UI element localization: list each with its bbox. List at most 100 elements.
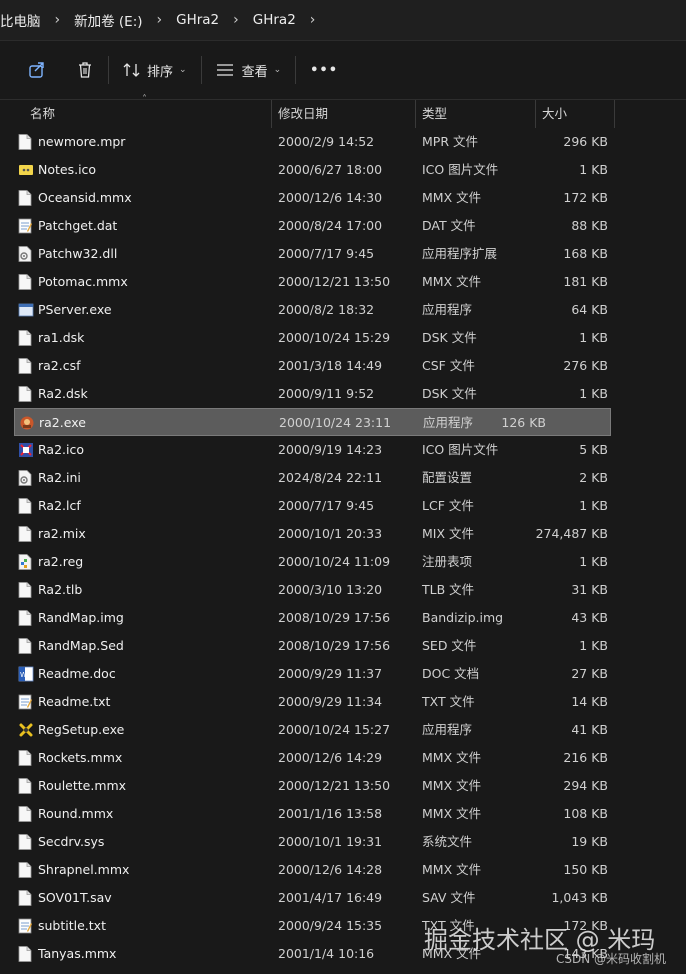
file-icon <box>18 190 32 206</box>
file-row[interactable]: Patchw32.dll 2000/7/17 9:45 应用程序扩展 168 KB <box>0 240 686 268</box>
file-modified-date: 2001/3/18 14:49 <box>278 358 383 373</box>
file-size: 168 KB <box>563 246 608 261</box>
file-row[interactable]: Ra2.dsk 2000/9/11 9:52 DSK 文件 1 KB <box>0 380 686 408</box>
breadcrumb-folder[interactable]: GHra2 <box>176 12 219 28</box>
file-type: ICO 图片文件 <box>422 162 499 177</box>
file-modified-date: 2000/12/6 14:30 <box>278 190 383 205</box>
share-icon <box>29 62 44 78</box>
file-row[interactable]: W Readme.doc 2000/9/29 11:37 DOC 文档 27 KB <box>0 660 686 688</box>
file-type: 应用程序 <box>422 722 473 737</box>
file-modified-date: 2000/12/6 14:28 <box>278 862 383 877</box>
column-divider[interactable] <box>415 100 416 128</box>
file-row[interactable]: RegSetup.exe 2000/10/24 15:27 应用程序 41 KB <box>0 716 686 744</box>
trash-icon <box>79 62 91 78</box>
file-row[interactable]: ra1.dsk 2000/10/24 15:29 DSK 文件 1 KB <box>0 324 686 352</box>
breadcrumb-drive[interactable]: 新加卷 (E:) <box>74 10 142 30</box>
file-modified-date: 2008/10/29 17:56 <box>278 610 391 625</box>
column-divider[interactable] <box>535 100 536 128</box>
view-list-icon <box>216 64 233 76</box>
share-button[interactable] <box>28 61 46 79</box>
file-row[interactable]: Round.mmx 2001/1/16 13:58 MMX 文件 108 KB <box>0 800 686 828</box>
file-modified-date: 2000/12/21 13:50 <box>278 778 391 793</box>
file-name: Tanyas.mmx <box>38 946 117 961</box>
file-name: Patchget.dat <box>38 218 118 233</box>
file-name: ra2.mix <box>38 526 86 541</box>
file-size: 1 KB <box>579 330 608 345</box>
file-row[interactable]: Ra2.ico 2000/9/19 14:23 ICO 图片文件 5 KB <box>0 436 686 464</box>
chevron-right-icon[interactable]: › <box>233 12 239 28</box>
chevron-right-icon[interactable]: › <box>157 12 163 28</box>
file-name: Patchw32.dll <box>38 246 118 261</box>
file-icon <box>18 358 32 374</box>
file-modified-date: 2000/10/24 15:27 <box>278 722 391 737</box>
file-size: 14 KB <box>571 694 608 709</box>
file-row[interactable]: Ra2.tlb 2000/3/10 13:20 TLB 文件 31 KB <box>0 576 686 604</box>
file-row[interactable]: ra2.mix 2000/10/1 20:33 MIX 文件 274,487 KB <box>0 520 686 548</box>
file-row[interactable]: Oceansid.mmx 2000/12/6 14:30 MMX 文件 172 KB <box>0 184 686 212</box>
address-bar[interactable]: 比电脑 › 新加卷 (E:) › GHra2 › GHra2 › <box>0 0 686 41</box>
file-row[interactable]: RandMap.Sed 2008/10/29 17:56 SED 文件 1 KB <box>0 632 686 660</box>
file-size: 296 KB <box>563 134 608 149</box>
file-name: Readme.doc <box>38 666 116 681</box>
delete-button[interactable] <box>76 61 94 79</box>
file-name: ra1.dsk <box>38 330 85 345</box>
file-row[interactable]: SOV01T.sav 2001/4/17 16:49 SAV 文件 1,043 KB <box>0 884 686 912</box>
file-size: 43 KB <box>571 610 608 625</box>
file-type: MIX 文件 <box>422 526 475 541</box>
chevron-right-icon[interactable]: › <box>55 12 61 28</box>
breadcrumb-this-pc[interactable]: 比电脑 <box>0 10 41 30</box>
chevron-right-icon[interactable]: › <box>310 12 316 28</box>
file-row[interactable]: Secdrv.sys 2000/10/1 19:31 系统文件 19 KB <box>0 828 686 856</box>
column-header-size[interactable]: 大小 <box>542 100 567 128</box>
file-row[interactable]: Rockets.mmx 2000/12/6 14:29 MMX 文件 216 KB <box>0 744 686 772</box>
file-type: DAT 文件 <box>422 218 476 233</box>
file-name: Roulette.mmx <box>38 778 127 793</box>
file-row-selected[interactable]: ra2.exe 2000/10/24 23:11 应用程序 126 KB <box>14 408 611 436</box>
file-name: ra2.csf <box>38 358 81 373</box>
file-row[interactable]: newmore.mpr 2000/2/9 14:52 MPR 文件 296 KB <box>0 128 686 156</box>
file-type: Bandizip.img <box>422 610 504 625</box>
file-name: Secdrv.sys <box>38 834 105 849</box>
file-type: DOC 文档 <box>422 666 480 681</box>
sort-button[interactable]: 排序 ⌄ <box>123 61 187 80</box>
file-row[interactable]: Readme.txt 2000/9/29 11:34 TXT 文件 14 KB <box>0 688 686 716</box>
more-options-button[interactable]: ••• <box>310 63 338 78</box>
file-row[interactable]: RandMap.img 2008/10/29 17:56 Bandizip.img 4… <box>0 604 686 632</box>
file-row[interactable]: Ra2.lcf 2000/7/17 9:45 LCF 文件 1 KB <box>0 492 686 520</box>
file-row[interactable]: Roulette.mmx 2000/12/21 13:50 MMX 文件 294 KB <box>0 772 686 800</box>
file-row[interactable]: ra2.csf 2001/3/18 14:49 CSF 文件 276 KB <box>0 352 686 380</box>
file-size: 64 KB <box>571 302 608 317</box>
file-row[interactable]: PServer.exe 2000/8/2 18:32 应用程序 64 KB <box>0 296 686 324</box>
toolbar-divider <box>295 56 297 84</box>
file-modified-date: 2000/9/29 11:34 <box>278 694 383 709</box>
file-row[interactable]: Shrapnel.mmx 2000/12/6 14:28 MMX 文件 150 KB <box>0 856 686 884</box>
file-modified-date: 2000/8/24 17:00 <box>278 218 383 233</box>
file-row[interactable]: Patchget.dat 2000/8/24 17:00 DAT 文件 88 KB <box>0 212 686 240</box>
breadcrumb-current-folder[interactable]: GHra2 <box>253 12 296 28</box>
file-row[interactable]: ra2.reg 2000/10/24 11:09 注册表项 1 KB <box>0 548 686 576</box>
view-button[interactable]: 查看 ⌄ <box>216 61 281 80</box>
file-row[interactable]: Potomac.mmx 2000/12/21 13:50 MMX 文件 181 KB <box>0 268 686 296</box>
file-icon <box>18 330 32 346</box>
column-divider[interactable] <box>614 100 615 128</box>
file-icon <box>18 610 32 626</box>
column-header-date[interactable]: 修改日期 <box>278 100 328 128</box>
file-type: MMX 文件 <box>422 190 482 205</box>
file-name: ra2.exe <box>39 415 86 430</box>
column-header-type[interactable]: 类型 <box>422 100 447 128</box>
file-row[interactable]: Ra2.ini 2024/8/24 22:11 配置设置 2 KB <box>0 464 686 492</box>
file-type: SED 文件 <box>422 638 477 653</box>
file-row[interactable]: Notes.ico 2000/6/27 18:00 ICO 图片文件 1 KB <box>0 156 686 184</box>
file-name: Round.mmx <box>38 806 114 821</box>
file-name: Ra2.lcf <box>38 498 81 513</box>
file-modified-date: 2008/10/29 17:56 <box>278 638 391 653</box>
file-name: RegSetup.exe <box>38 722 125 737</box>
notepad-icon <box>18 918 32 934</box>
file-type: 应用程序 <box>423 415 474 430</box>
column-divider[interactable] <box>271 100 272 128</box>
file-size: 88 KB <box>571 218 608 233</box>
file-icon <box>18 778 32 794</box>
file-name: RandMap.Sed <box>38 638 124 653</box>
column-header-name[interactable]: 名称 <box>30 100 55 128</box>
toolbar-divider <box>108 56 109 84</box>
